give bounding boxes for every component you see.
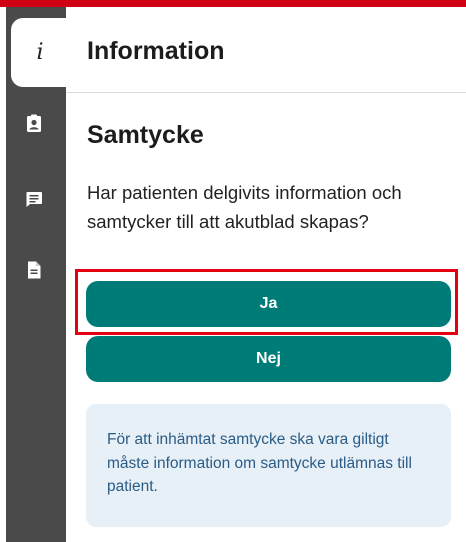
info-text: För att inhämtat samtycke ska vara gilti… bbox=[107, 431, 412, 495]
info-box: För att inhämtat samtycke ska vara gilti… bbox=[86, 404, 451, 527]
consent-question: Har patienten delgivits information och … bbox=[87, 182, 402, 232]
patient-badge-icon bbox=[27, 114, 41, 132]
page-title: Information bbox=[87, 37, 225, 65]
top-accent-bar bbox=[0, 0, 466, 7]
header-divider bbox=[66, 92, 466, 93]
message-icon bbox=[26, 192, 42, 207]
info-icon: i bbox=[36, 40, 44, 65]
tab-patient[interactable] bbox=[22, 112, 46, 136]
tab-information[interactable]: i bbox=[11, 18, 69, 87]
section-title: Samtycke bbox=[87, 121, 204, 149]
tab-messages[interactable] bbox=[22, 187, 46, 211]
document-icon bbox=[28, 261, 41, 279]
yes-button[interactable]: Ja bbox=[86, 281, 451, 327]
no-button[interactable]: Nej bbox=[86, 336, 451, 382]
tab-documents[interactable] bbox=[22, 258, 46, 282]
